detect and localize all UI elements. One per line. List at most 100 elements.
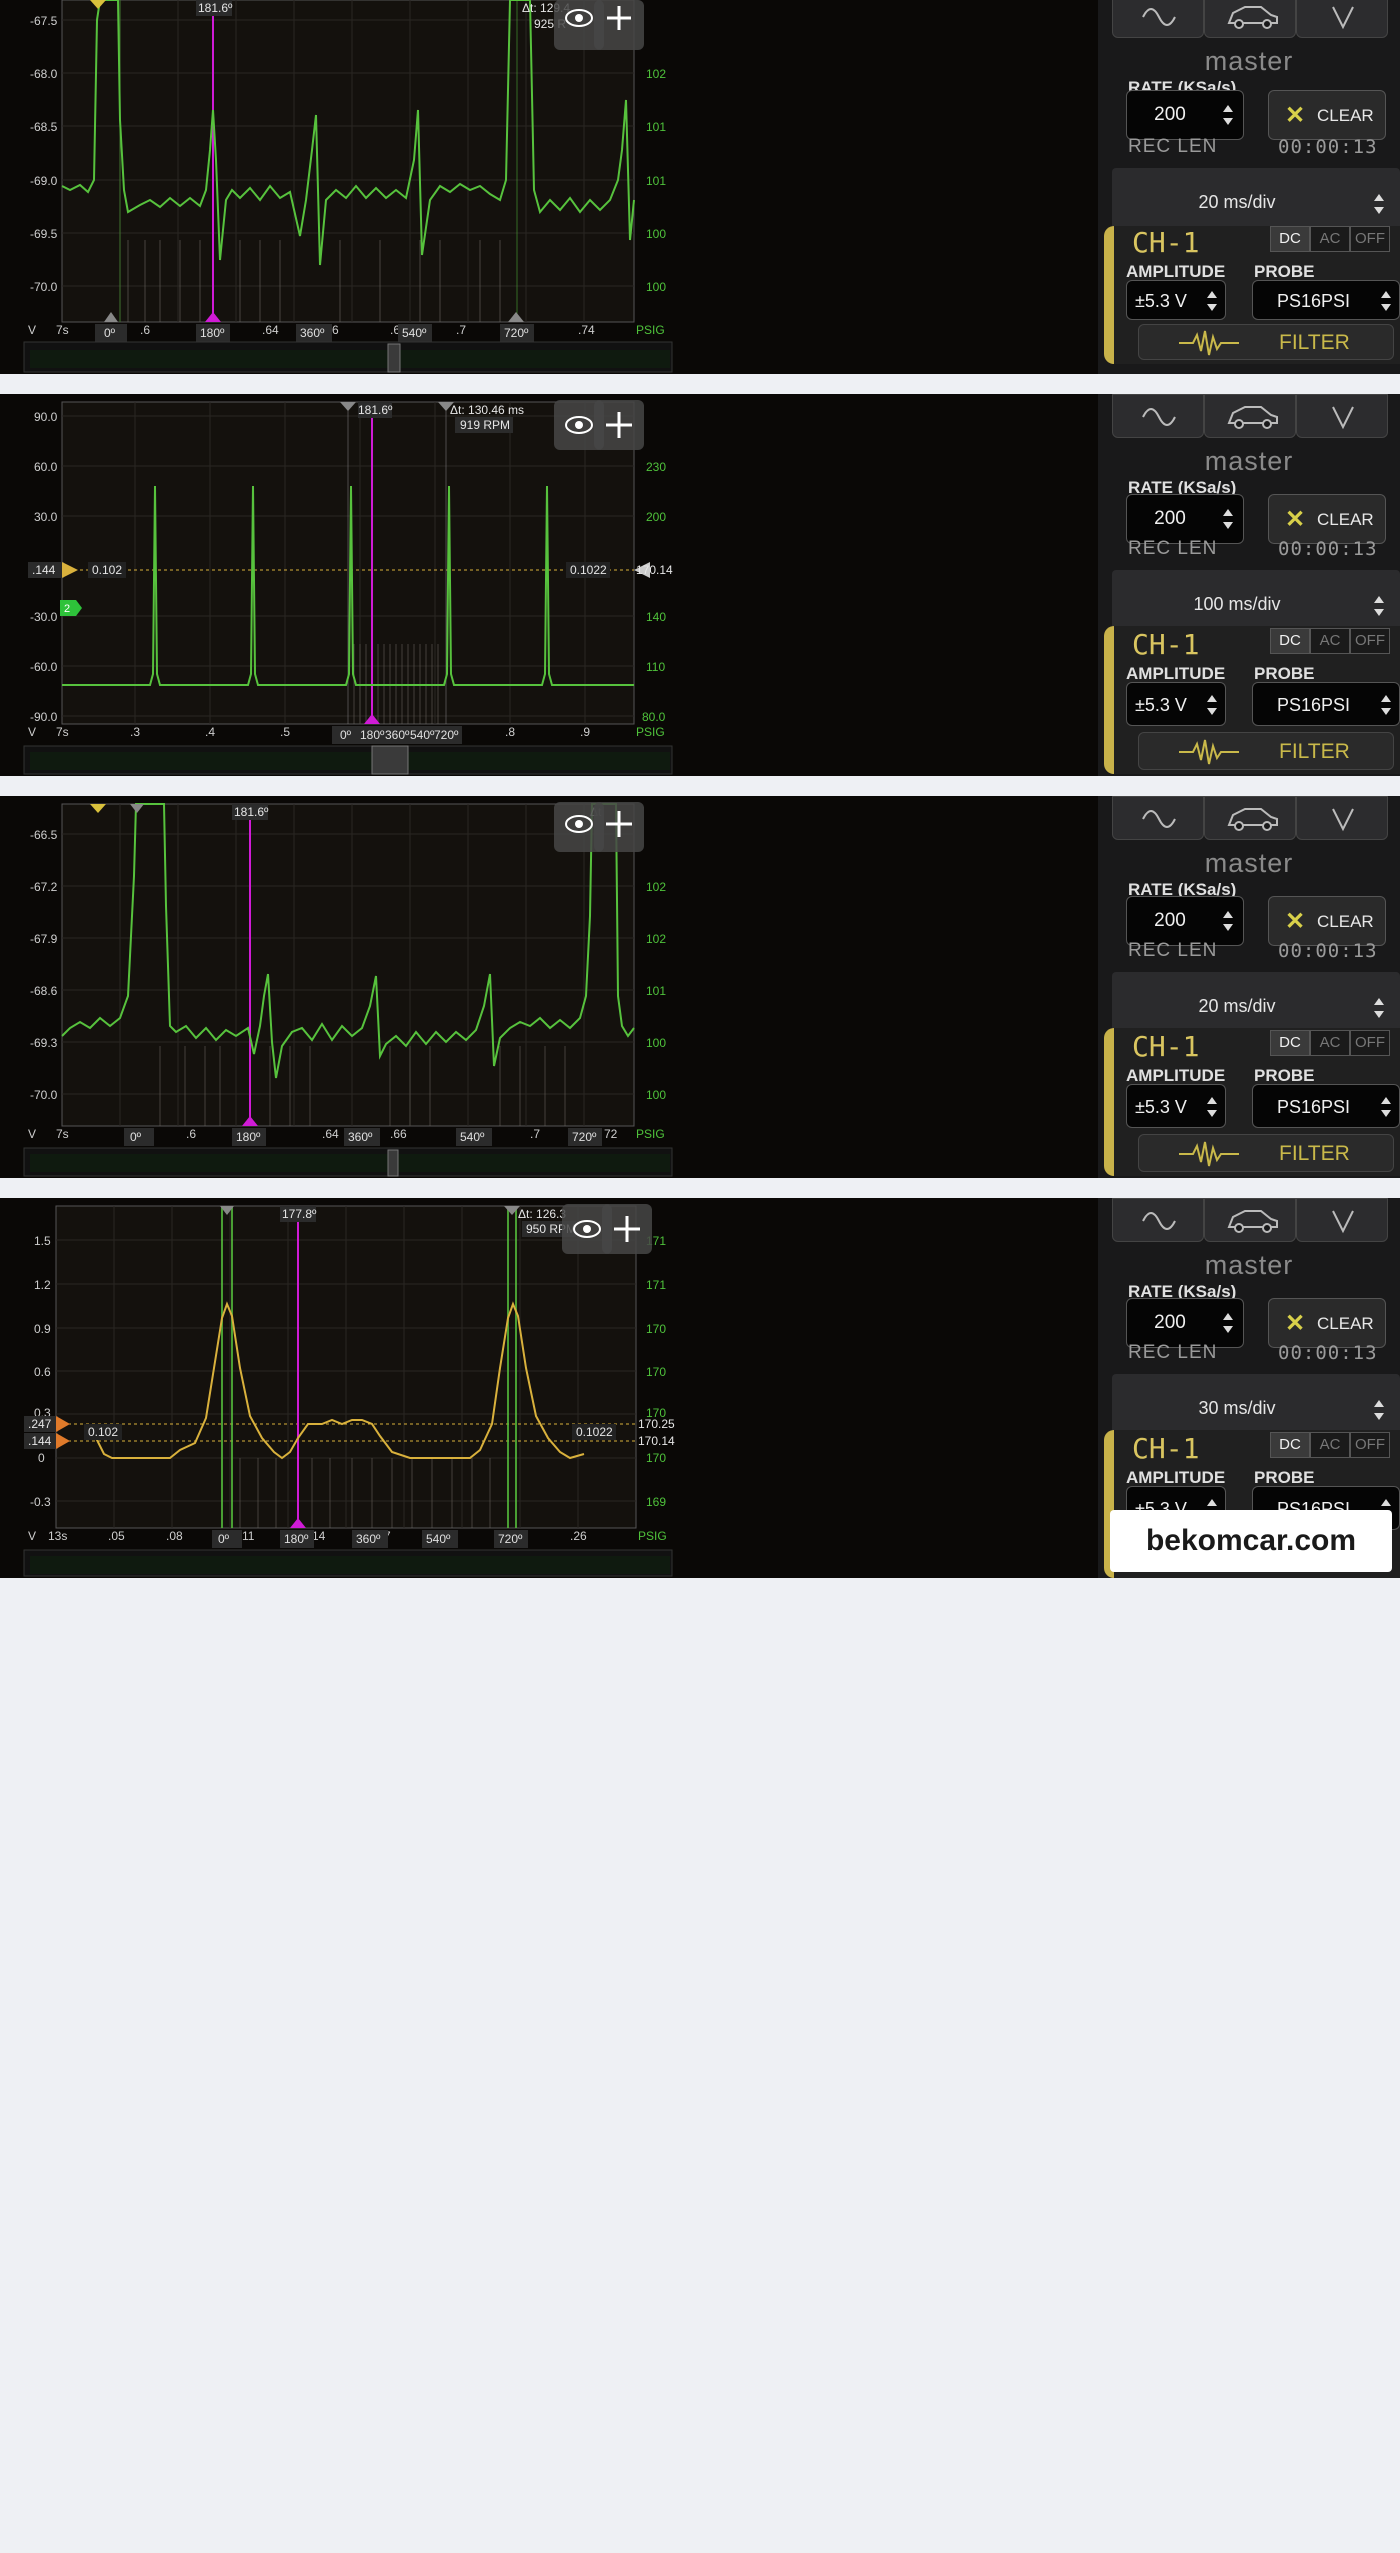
spinner-icon[interactable] — [1221, 505, 1235, 533]
mode-car-button[interactable] — [1204, 394, 1296, 438]
coupling-ac[interactable]: AC — [1310, 1432, 1350, 1458]
car-icon — [1227, 6, 1278, 29]
degree-marker-0[interactable]: 0º — [340, 728, 352, 742]
coupling-dc[interactable]: DC — [1270, 226, 1310, 252]
x-tick: 14 — [312, 1529, 326, 1543]
rate-value: 200 — [1154, 1312, 1186, 1333]
degree-marker-360[interactable]: 360º — [356, 1532, 381, 1546]
add-button[interactable] — [594, 0, 644, 50]
scope-plot-3[interactable]: -66.5 -67.2 -67.9 -68.6 -69.3 -70.0 V 10… — [0, 796, 1098, 1178]
master-label: master — [1204, 1250, 1294, 1280]
mode-dropdown-button[interactable] — [1296, 796, 1388, 840]
clear-button[interactable]: ✕ CLEAR — [1268, 1298, 1386, 1348]
spinner-icon[interactable] — [1372, 592, 1386, 620]
degree-marker-180[interactable]: 180º — [236, 1130, 261, 1144]
amplitude-select[interactable]: ±5.3 V — [1126, 1084, 1226, 1128]
coupling-dc[interactable]: DC — [1270, 1432, 1310, 1458]
rate-input[interactable]: 200 — [1126, 494, 1244, 544]
y-tick-left: -68.6 — [30, 984, 58, 998]
spinner-icon[interactable] — [1379, 691, 1393, 719]
y-tick-right: 100 — [646, 280, 666, 294]
clear-button[interactable]: ✕ CLEAR — [1268, 90, 1386, 140]
mode-dropdown-button[interactable] — [1296, 0, 1388, 38]
degree-marker-360[interactable]: 360º — [348, 1130, 373, 1144]
y-tick-right: 80.0 — [642, 710, 666, 724]
probe-select[interactable]: PS16PSI — [1252, 682, 1400, 726]
mode-sine-button[interactable] — [1112, 1198, 1204, 1242]
spinner-icon[interactable] — [1205, 1093, 1219, 1121]
degree-marker-540[interactable]: 540º — [426, 1532, 451, 1546]
rate-value: 200 — [1154, 104, 1186, 125]
filter-button[interactable]: FILTER — [1138, 324, 1394, 360]
degree-marker-360[interactable]: 360º — [300, 326, 325, 340]
degree-marker-720[interactable]: 720º — [498, 1532, 523, 1546]
spinner-icon[interactable] — [1221, 1309, 1235, 1337]
coupling-off[interactable]: OFF — [1350, 628, 1390, 654]
coupling-dc[interactable]: DC — [1270, 1030, 1310, 1056]
rate-input[interactable]: 200 — [1126, 90, 1244, 140]
spinner-icon[interactable] — [1221, 907, 1235, 935]
coupling-off[interactable]: OFF — [1350, 1030, 1390, 1056]
mode-car-button[interactable] — [1204, 796, 1296, 840]
coupling-ac[interactable]: AC — [1310, 1030, 1350, 1056]
degree-markers[interactable]: 0º 180º 360º 540º 720º — [95, 324, 534, 342]
scope-plot-1[interactable]: -67.5 -68.0 -68.5 -69.0 -69.5 -70.0 V 10… — [0, 0, 1098, 374]
degree-marker-180[interactable]: 180º — [360, 728, 385, 742]
mode-sine-button[interactable] — [1112, 0, 1204, 38]
degree-marker-540[interactable]: 540º — [460, 1130, 485, 1144]
degree-marker-720[interactable]: 720º — [572, 1130, 597, 1144]
degree-marker-180[interactable]: 180º — [284, 1532, 309, 1546]
coupling-ac[interactable]: AC — [1310, 226, 1350, 252]
degree-markers[interactable]: 0º 180º 360º 540º 720º — [212, 1530, 528, 1548]
filter-button[interactable]: FILTER — [1138, 732, 1394, 770]
spinner-icon[interactable] — [1379, 1093, 1393, 1121]
mode-sine-button[interactable] — [1112, 394, 1204, 438]
mode-sine-button[interactable] — [1112, 796, 1204, 840]
spinner-icon[interactable] — [1379, 287, 1393, 315]
timeline-thumb[interactable] — [387, 1149, 399, 1177]
degree-marker-540[interactable]: 540º — [402, 326, 427, 340]
mode-dropdown-button[interactable] — [1296, 1198, 1388, 1242]
y-tick-left: -0.3 — [30, 1495, 51, 1509]
spinner-icon[interactable] — [1221, 101, 1235, 129]
spinner-icon[interactable] — [1372, 1396, 1386, 1424]
clear-button[interactable]: ✕ CLEAR — [1268, 896, 1386, 946]
scope-plot-2[interactable]: 90.0 60.0 30.0 -30.0 -60.0 -90.0 V 230 2… — [0, 394, 1098, 776]
coupling-ac[interactable]: AC — [1310, 628, 1350, 654]
filter-button[interactable]: FILTER — [1138, 1134, 1394, 1172]
degree-marker-720[interactable]: 720º — [434, 728, 459, 742]
degree-marker-0[interactable]: 0º — [104, 326, 116, 340]
spinner-icon[interactable] — [1205, 691, 1219, 719]
clear-button[interactable]: ✕ CLEAR — [1268, 494, 1386, 544]
rate-input[interactable]: 200 — [1126, 896, 1244, 946]
coupling-off[interactable]: OFF — [1350, 1432, 1390, 1458]
amplitude-select[interactable]: ±5.3 V — [1126, 280, 1226, 320]
degree-marker-720[interactable]: 720º — [504, 326, 529, 340]
probe-select[interactable]: PS16PSI — [1252, 280, 1400, 320]
timeline-thumb[interactable] — [371, 745, 409, 775]
mode-car-button[interactable] — [1204, 0, 1296, 38]
spinner-icon[interactable] — [1205, 287, 1219, 315]
mode-dropdown-button[interactable] — [1296, 394, 1388, 438]
amplitude-select[interactable]: ±5.3 V — [1126, 682, 1226, 726]
channel-panel: CH-1 DC AC OFF AMPLITUDE PROBE ±5.3 V PS… — [1104, 626, 1400, 774]
coupling-off[interactable]: OFF — [1350, 226, 1390, 252]
rate-input[interactable]: 200 — [1126, 1298, 1244, 1348]
add-button[interactable] — [602, 1204, 652, 1254]
mode-bar — [1112, 0, 1400, 46]
timeline-thumb[interactable] — [387, 343, 401, 373]
degree-marker-360[interactable]: 360º — [385, 728, 410, 742]
degree-marker-0[interactable]: 0º — [130, 1130, 142, 1144]
add-button[interactable] — [594, 802, 644, 852]
degree-marker-0[interactable]: 0º — [218, 1532, 230, 1546]
mode-car-button[interactable] — [1204, 1198, 1296, 1242]
probe-select[interactable]: PS16PSI — [1252, 1084, 1400, 1128]
coupling-dc[interactable]: DC — [1270, 628, 1310, 654]
scope-plot-4[interactable]: 1.5 1.2 0.9 0.6 0.3 0 -0.3 V 171 171 170… — [0, 1198, 1098, 1578]
time-div-value: 20 ms/div — [1198, 996, 1276, 1016]
degree-marker-540[interactable]: 540º — [410, 728, 435, 742]
add-button[interactable] — [594, 400, 644, 450]
spinner-icon[interactable] — [1372, 190, 1386, 218]
spinner-icon[interactable] — [1372, 994, 1386, 1022]
degree-marker-180[interactable]: 180º — [200, 326, 225, 340]
